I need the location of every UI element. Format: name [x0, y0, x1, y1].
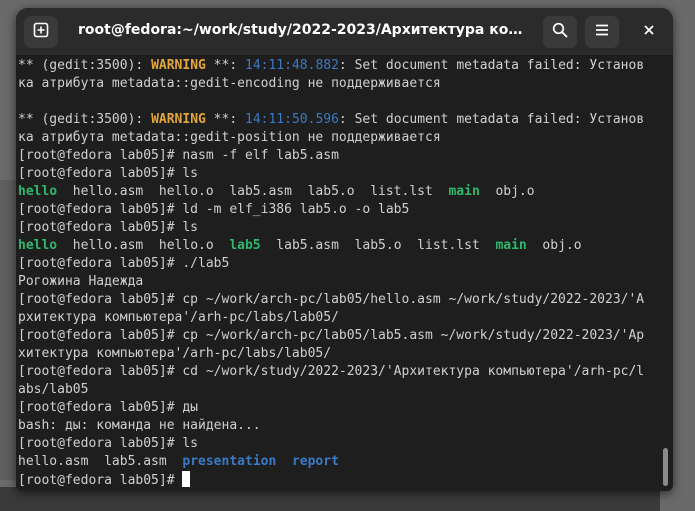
terminal-line: хитектура компьютера'/arh-pc/labs/lab05/	[18, 346, 332, 361]
timestamp: 14:11:50.596	[245, 112, 339, 127]
terminal-line: ** (gedit:3500): WARNING **: 14:11:48.88…	[18, 58, 645, 73]
warning-label: WARNING	[151, 112, 206, 127]
warning-label: WARNING	[151, 58, 206, 73]
terminal-line: bash: ды: команда не найдена...	[18, 418, 261, 433]
directory-entry: presentation	[182, 454, 277, 469]
timestamp: 14:11:48.882	[245, 58, 339, 73]
search-icon	[552, 22, 568, 43]
header-bar: root@fedora:~/work/study/2022-2023/Архит…	[16, 8, 673, 56]
desktop-background	[0, 180, 16, 480]
terminal-window: root@fedora:~/work/study/2022-2023/Архит…	[16, 8, 673, 491]
hamburger-menu-icon	[594, 22, 610, 43]
close-button[interactable]	[632, 16, 666, 48]
search-button[interactable]	[543, 16, 577, 48]
terminal-line: ка атрибута metadata::gedit-encoding не …	[18, 76, 441, 91]
executable-file: main	[495, 238, 527, 253]
executable-file: main	[448, 184, 480, 199]
terminal-line: [root@fedora lab05]# cp ~/work/arch-pc/l…	[18, 292, 645, 307]
new-tab-icon	[33, 22, 49, 43]
ls-output-line: hello hello.asm hello.o lab5.asm lab5.o …	[18, 184, 535, 199]
terminal-line: [root@fedora lab05]# nasm -f elf lab5.as…	[18, 148, 339, 163]
terminal-line: abs/lab05	[18, 382, 89, 397]
close-icon	[643, 23, 655, 41]
window-title: root@fedora:~/work/study/2022-2023/Архит…	[78, 22, 528, 38]
terminal-line: Рогожина Надежда	[18, 274, 144, 289]
terminal-line: рхитектура компьютера'/arh-pc/labs/lab05…	[18, 310, 339, 325]
terminal-line: [root@fedora lab05]# ls	[18, 436, 199, 451]
new-tab-button[interactable]	[24, 16, 58, 48]
terminal-output[interactable]: ** (gedit:3500): WARNING **: 14:11:48.88…	[18, 56, 659, 491]
terminal-line: [root@fedora lab05]# cp ~/work/arch-pc/l…	[18, 328, 645, 343]
terminal-line: [root@fedora lab05]# ды	[18, 400, 199, 415]
executable-file: hello	[18, 238, 58, 253]
terminal-line: ** (gedit:3500): WARNING **: 14:11:50.59…	[18, 112, 645, 127]
text-cursor	[182, 471, 191, 487]
scrollbar-thumb[interactable]	[663, 448, 668, 486]
terminal-line: [root@fedora lab05]# ls	[18, 220, 199, 235]
terminal-line: [root@fedora lab05]# ld -m elf_i386 lab5…	[18, 202, 410, 217]
terminal-line: [root@fedora lab05]# ./lab5	[18, 256, 230, 271]
terminal-line: ка атрибута metadata::gedit-position не …	[18, 130, 441, 145]
terminal-line: [root@fedora lab05]# cd ~/work/study/202…	[18, 364, 645, 379]
prompt-line[interactable]: [root@fedora lab05]#	[18, 471, 659, 489]
ls-output-line: hello.asm lab5.asm presentation report	[18, 454, 339, 469]
directory-entry: report	[291, 454, 339, 469]
executable-file: hello	[18, 184, 58, 199]
ls-output-line: hello hello.asm hello.o lab5 lab5.asm la…	[18, 238, 582, 253]
terminal-line: [root@fedora lab05]# ls	[18, 166, 199, 181]
menu-button[interactable]	[585, 16, 619, 48]
executable-file: lab5	[229, 238, 261, 253]
